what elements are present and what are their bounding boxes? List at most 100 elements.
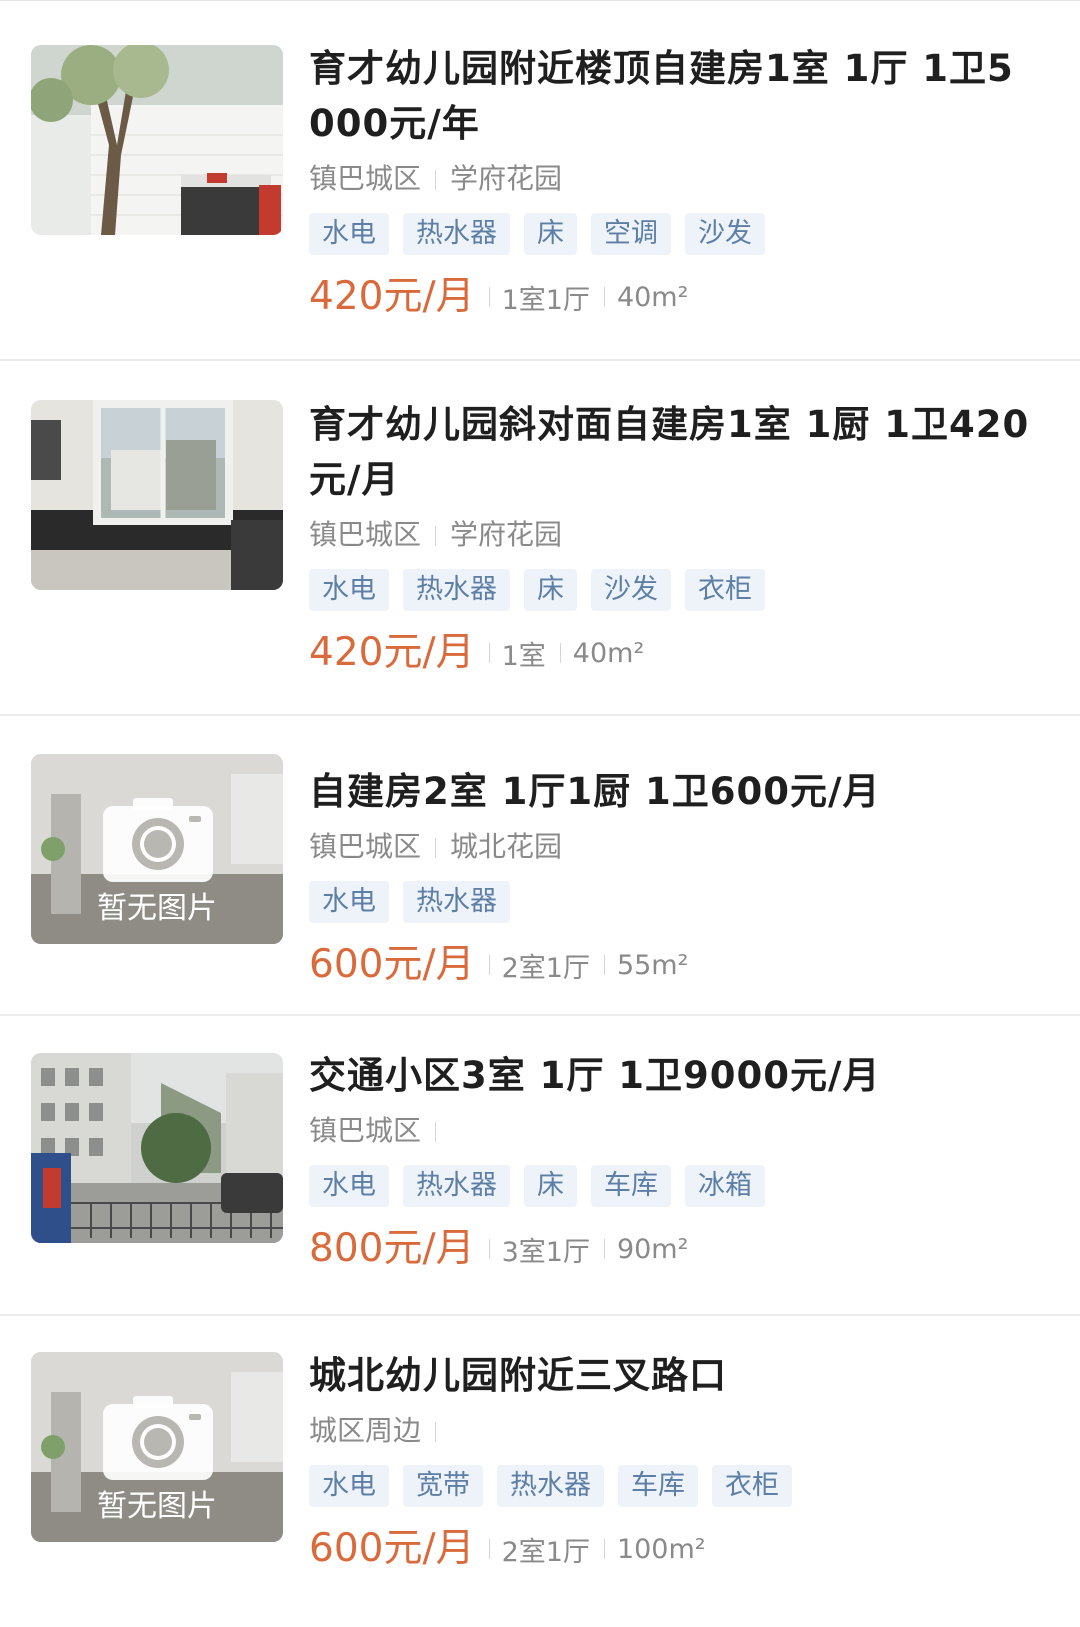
amenity-tag: 热水器 — [403, 881, 510, 923]
district-label: 镇巴城区 — [309, 162, 422, 195]
listing-thumbnail[interactable] — [31, 45, 283, 235]
amenity-tag: 冰箱 — [685, 1165, 765, 1207]
divider — [488, 1239, 490, 1259]
district-label: 镇巴城区 — [309, 1114, 422, 1147]
divider — [435, 1122, 437, 1142]
amenity-tag: 沙发 — [685, 213, 765, 255]
amenity-tag: 热水器 — [497, 1465, 604, 1507]
amenity-tag: 床 — [524, 213, 577, 255]
community-label: 学府花园 — [450, 518, 563, 551]
listing-meta: 420元/月 1室1厅 40m² — [309, 271, 1040, 323]
divider — [488, 287, 490, 307]
divider — [603, 1539, 605, 1559]
room-layout: 1室 — [501, 640, 546, 672]
no-image-placeholder: 暂无图片 — [31, 754, 283, 944]
divider — [559, 643, 561, 663]
residential-gate-photo — [31, 1053, 283, 1243]
amenity-tag: 热水器 — [403, 569, 510, 611]
amenity-tag: 水电 — [309, 569, 389, 611]
amenity-tag: 宽带 — [403, 1465, 483, 1507]
listing-thumbnail[interactable]: 暂无图片 — [31, 1352, 283, 1542]
listing-thumbnail[interactable]: 暂无图片 — [31, 754, 283, 944]
listing-meta: 600元/月 2室1厅 100m² — [309, 1523, 1040, 1575]
placeholder-text: 暂无图片 — [97, 891, 217, 926]
district-label: 镇巴城区 — [309, 830, 422, 863]
room-layout: 3室1厅 — [501, 1236, 590, 1268]
listing-meta: 600元/月 2室1厅 55m² — [309, 939, 1040, 991]
amenity-tags: 水电 热水器 — [309, 881, 1040, 925]
amenity-tag: 水电 — [309, 1165, 389, 1207]
amenity-tag: 水电 — [309, 881, 389, 923]
amenity-tag: 衣柜 — [685, 569, 765, 611]
building-photo — [31, 45, 283, 235]
amenity-tag: 热水器 — [403, 1165, 510, 1207]
community-label: 学府花园 — [450, 162, 563, 195]
listing-item[interactable]: 育才幼儿园附近楼顶自建房1室 1厅 1卫5000元/年 镇巴城区 学府花园 水电热… — [0, 1, 1080, 361]
divider — [603, 287, 605, 307]
listing-location: 镇巴城区 学府花园 — [309, 515, 1040, 555]
amenity-tag: 空调 — [591, 213, 671, 255]
floor-area: 100m² — [616, 1533, 706, 1565]
divider — [603, 1239, 605, 1259]
amenity-tag: 水电 — [309, 213, 389, 255]
listing-location: 城区周边 — [309, 1411, 1040, 1451]
listing-location: 镇巴城区 城北花园 — [309, 827, 1040, 867]
divider — [603, 955, 605, 975]
listing-thumbnail[interactable] — [31, 400, 283, 590]
amenity-tags: 水电 热水器床空调 沙发 — [309, 213, 1040, 257]
amenity-tag: 水电 — [309, 1465, 389, 1507]
amenity-tags: 水电 热水器床车库 冰箱 — [309, 1165, 1040, 1209]
kitchen-photo — [31, 400, 283, 590]
price-label: 420元/月 — [309, 274, 475, 319]
listing-title[interactable]: 育才幼儿园附近楼顶自建房1室 1厅 1卫5000元/年 — [309, 41, 1040, 151]
listing-location: 镇巴城区 — [309, 1111, 1040, 1151]
listing-item[interactable]: 交通小区3室 1厅 1卫9000元/月 镇巴城区 水电 热水器床车库 冰箱 800元… — [0, 1016, 1080, 1316]
listing-thumbnail[interactable] — [31, 1053, 283, 1243]
listing-meta: 800元/月 3室1厅 90m² — [309, 1223, 1040, 1275]
amenity-tag: 车库 — [618, 1465, 698, 1507]
divider — [435, 526, 437, 546]
listing-item[interactable]: 暂无图片 城北幼儿园附近三叉路口 城区周边 水电 宽带 热水器 车库 衣柜 600元/月… — [0, 1316, 1080, 1627]
listing-location: 镇巴城区 学府花园 — [309, 159, 1040, 199]
listing-title[interactable]: 城北幼儿园附近三叉路口 — [309, 1348, 1040, 1403]
amenity-tag: 床 — [524, 569, 577, 611]
amenity-tag: 车库 — [591, 1165, 671, 1207]
placeholder-text: 暂无图片 — [97, 1489, 217, 1524]
floor-area: 40m² — [572, 637, 645, 669]
amenity-tag: 沙发 — [591, 569, 671, 611]
district-label: 城区周边 — [309, 1414, 422, 1447]
room-layout: 1室1厅 — [501, 284, 590, 316]
divider — [435, 838, 437, 858]
price-label: 600元/月 — [309, 1526, 475, 1571]
amenity-tag: 热水器 — [403, 213, 510, 255]
divider — [488, 1539, 490, 1559]
listing-list: 育才幼儿园附近楼顶自建房1室 1厅 1卫5000元/年 镇巴城区 学府花园 水电热… — [0, 0, 1080, 1626]
price-label: 420元/月 — [309, 630, 475, 675]
camera-icon — [103, 1396, 213, 1480]
divider — [488, 955, 490, 975]
divider — [435, 170, 437, 190]
listing-meta: 420元/月 1室 40m² — [309, 627, 1040, 679]
district-label: 镇巴城区 — [309, 518, 422, 551]
room-layout: 2室1厅 — [501, 1536, 590, 1568]
listing-title[interactable]: 自建房2室 1厅1厨 1卫600元/月 — [309, 764, 1040, 819]
price-label: 600元/月 — [309, 942, 475, 987]
listing-title[interactable]: 交通小区3室 1厅 1卫9000元/月 — [309, 1048, 1040, 1103]
community-label: 城北花园 — [450, 830, 563, 863]
listing-item[interactable]: 育才幼儿园斜对面自建房1室 1厨 1卫420元/月 镇巴城区 学府花园 水电 热水器… — [0, 361, 1080, 716]
floor-area: 90m² — [616, 1233, 689, 1265]
amenity-tag: 衣柜 — [712, 1465, 792, 1507]
floor-area: 40m² — [616, 281, 689, 313]
no-image-placeholder: 暂无图片 — [31, 1352, 283, 1542]
listing-item[interactable]: 暂无图片 自建房2室 1厅1厨 1卫600元/月 镇巴城区 城北花园 水电 热水器 … — [0, 716, 1080, 1016]
price-label: 800元/月 — [309, 1226, 475, 1271]
listing-title[interactable]: 育才幼儿园斜对面自建房1室 1厨 1卫420元/月 — [309, 397, 1040, 507]
room-layout: 2室1厅 — [501, 952, 590, 984]
divider — [488, 643, 490, 663]
amenity-tags: 水电 宽带 热水器 车库 衣柜 — [309, 1465, 1040, 1509]
divider — [435, 1422, 437, 1442]
floor-area: 55m² — [616, 949, 689, 981]
camera-icon — [103, 798, 213, 882]
amenity-tag: 床 — [524, 1165, 577, 1207]
amenity-tags: 水电 热水器床沙发 衣柜 — [309, 569, 1040, 613]
